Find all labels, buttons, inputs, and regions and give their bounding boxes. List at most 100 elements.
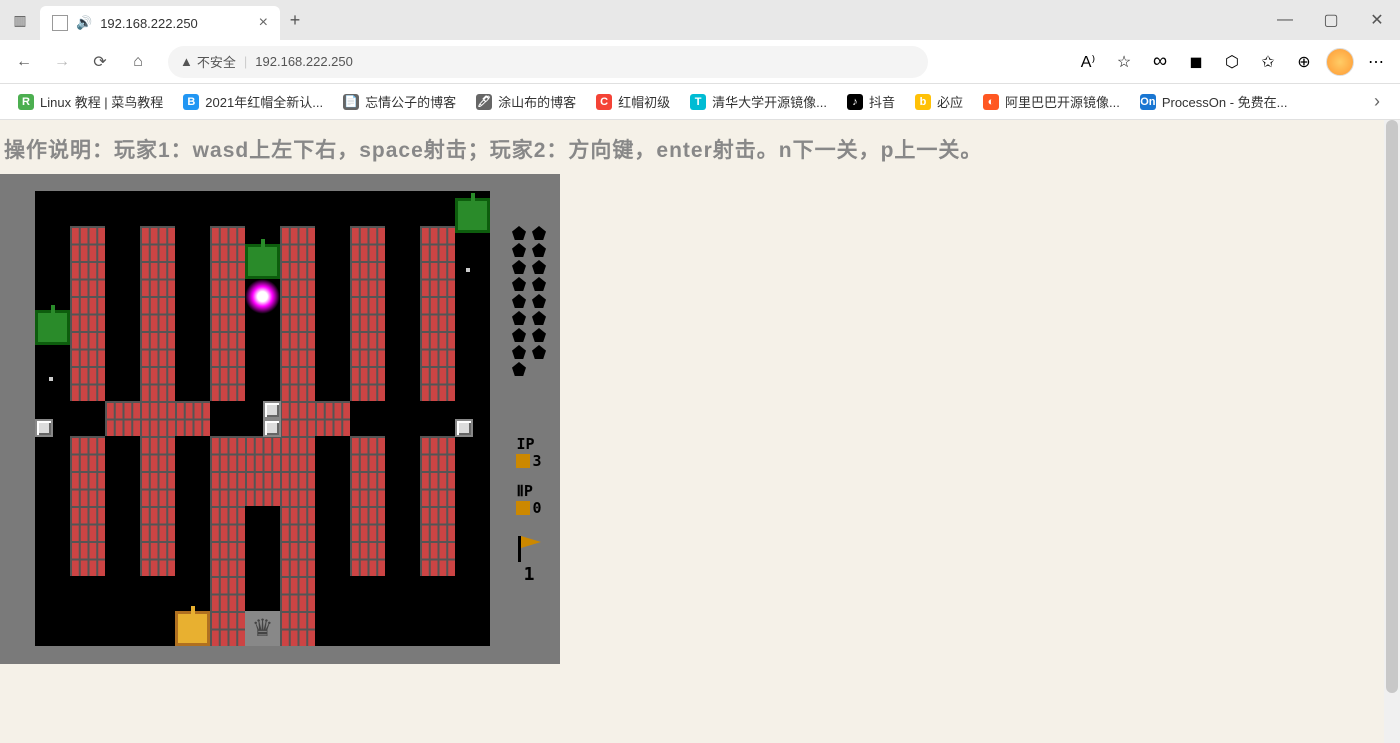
brick	[140, 541, 175, 576]
player2-lives-value: 0	[532, 500, 541, 517]
enemy-remaining-icon	[512, 260, 526, 274]
tab-close-button[interactable]: ×	[259, 14, 268, 32]
bookmark-item[interactable]: ♪抖音	[839, 88, 903, 115]
brick	[140, 506, 175, 541]
brick	[210, 576, 245, 611]
enemy-remaining-icon	[532, 294, 546, 308]
bookmark-item[interactable]: RLinux 教程 | 菜鸟教程	[10, 88, 171, 115]
brick	[280, 541, 315, 576]
playfield[interactable]: ♛	[35, 191, 490, 646]
bookmark-favicon-icon: 🖊	[476, 94, 492, 110]
browser-tab[interactable]: 🔊 192.168.222.250 ×	[40, 6, 280, 40]
enemy-remaining-icon	[532, 243, 546, 257]
brick	[70, 436, 105, 471]
enemy-remaining-icon	[532, 345, 546, 359]
enemy-remaining-icon	[532, 277, 546, 291]
bookmark-item[interactable]: 🖊涂山布的博客	[468, 88, 584, 115]
profile-avatar[interactable]	[1324, 46, 1356, 78]
favorites-bar-icon[interactable]: ✩	[1252, 46, 1284, 78]
address-bar[interactable]: ▲ 不安全 | 192.168.222.250	[168, 46, 928, 78]
brick	[280, 366, 315, 401]
bookmark-label: 清华大学开源镜像...	[712, 92, 827, 111]
brick	[420, 506, 455, 541]
forward-button[interactable]: →	[46, 46, 78, 78]
brick	[420, 261, 455, 296]
home-button[interactable]: ⌂	[122, 46, 154, 78]
bookmarks-overflow-button[interactable]: ›	[1364, 91, 1390, 112]
page-favicon-icon	[52, 15, 68, 31]
brick	[210, 471, 245, 506]
evernote-icon[interactable]: ◼	[1180, 46, 1212, 78]
brick	[210, 506, 245, 541]
enemy-remaining-icon	[512, 311, 526, 325]
bookmark-favicon-icon: ◐	[983, 94, 999, 110]
player2-label: ⅡP	[516, 483, 541, 500]
window-maximize-button[interactable]: ▢	[1308, 4, 1354, 36]
brick	[175, 401, 210, 436]
bookmarks-bar: RLinux 教程 | 菜鸟教程B2021年红帽全新认...📄忘情公子的博客🖊涂…	[0, 84, 1400, 120]
brick	[420, 471, 455, 506]
brick	[70, 506, 105, 541]
tank-enemy	[455, 198, 490, 233]
player1-label: IP	[516, 436, 541, 453]
brick	[280, 436, 315, 471]
player1-lives-block: IP 3	[516, 436, 541, 469]
more-menu-button[interactable]: ⋯	[1360, 46, 1392, 78]
life-icon	[516, 454, 530, 468]
security-warning-icon[interactable]: ▲ 不安全	[180, 52, 236, 71]
brick	[350, 331, 385, 366]
enemy-remaining-icon	[512, 277, 526, 291]
game-hud: IP 3 ⅡP 0 1	[510, 226, 548, 585]
bookmark-label: 抖音	[869, 92, 895, 111]
bookmark-label: 红帽初级	[618, 92, 670, 111]
enemy-counter-grid	[512, 226, 546, 376]
bookmark-item[interactable]: C红帽初级	[588, 88, 678, 115]
brick	[420, 331, 455, 366]
extension-icon[interactable]: ⬡	[1216, 46, 1248, 78]
audio-icon[interactable]: 🔊	[76, 15, 92, 31]
read-aloud-icon[interactable]: A⁾	[1072, 46, 1104, 78]
back-button[interactable]: ←	[8, 46, 40, 78]
brick	[70, 226, 105, 261]
bullet	[49, 377, 53, 381]
collections-icon[interactable]: ⊕	[1288, 46, 1320, 78]
favorite-icon[interactable]: ☆	[1108, 46, 1140, 78]
bookmark-favicon-icon: 📄	[343, 94, 359, 110]
tank-enemy	[245, 244, 280, 279]
bookmark-label: ProcessOn - 免费在...	[1162, 92, 1288, 111]
window-minimize-button[interactable]: —	[1262, 4, 1308, 36]
brick	[280, 506, 315, 541]
bullet	[466, 268, 470, 272]
brick	[140, 401, 175, 436]
new-tab-button[interactable]: +	[280, 10, 310, 31]
bookmark-favicon-icon: T	[690, 94, 706, 110]
security-label: 不安全	[197, 52, 236, 71]
bookmark-item[interactable]: On ProcessOn - 免费在...	[1132, 88, 1296, 115]
bookmark-label: 必应	[937, 92, 963, 111]
brick	[245, 471, 280, 506]
explosion	[245, 279, 280, 314]
life-icon	[516, 501, 530, 515]
bookmark-item[interactable]: B2021年红帽全新认...	[175, 88, 331, 115]
bookmark-item[interactable]: T 清华大学开源镜像...	[682, 88, 835, 115]
brick	[280, 331, 315, 366]
bookmark-item[interactable]: b必应	[907, 88, 971, 115]
bookmark-item[interactable]: 📄忘情公子的博客	[335, 88, 464, 115]
brick	[245, 436, 280, 471]
bookmark-item[interactable]: ◐阿里巴巴开源镜像...	[975, 88, 1128, 115]
brick	[70, 366, 105, 401]
tank-player	[175, 611, 210, 646]
url-text: 192.168.222.250	[255, 54, 353, 69]
window-close-button[interactable]: ✕	[1354, 4, 1400, 36]
enemy-remaining-icon	[532, 260, 546, 274]
refresh-button[interactable]: ⟳	[84, 46, 116, 78]
brick	[280, 261, 315, 296]
infinity-icon[interactable]: ∞	[1144, 46, 1176, 78]
bookmark-favicon-icon: On	[1140, 94, 1156, 110]
stage-number: 1	[524, 564, 535, 585]
player1-lives-value: 3	[532, 453, 541, 470]
scrollbar-thumb[interactable]	[1386, 120, 1398, 693]
tab-manager-icon[interactable]: ▥	[0, 12, 40, 29]
vertical-scrollbar[interactable]	[1384, 120, 1400, 743]
game-container[interactable]: ♛ IP 3 ⅡP 0 1	[0, 174, 560, 664]
